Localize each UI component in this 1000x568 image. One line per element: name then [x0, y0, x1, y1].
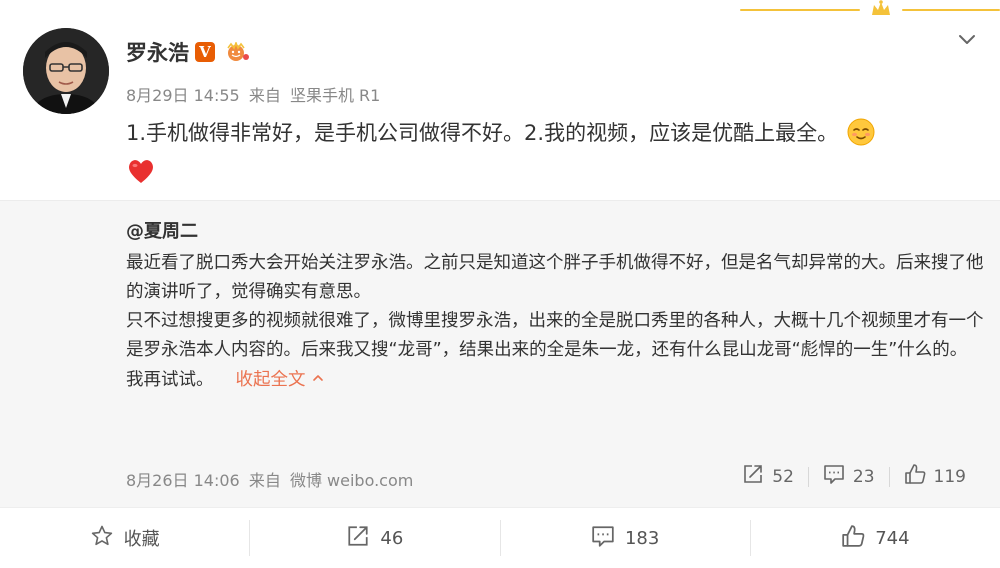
repost-icon	[742, 463, 764, 490]
member-icon	[221, 40, 251, 62]
like-icon	[904, 463, 926, 490]
repost-last-line: 我再试试。 收起全文	[126, 365, 986, 395]
like-button[interactable]: 744	[751, 508, 1000, 568]
repost-share-count: 52	[772, 466, 794, 487]
repost-source[interactable]: 微博 weibo.com	[290, 471, 413, 490]
deco-line-left	[740, 9, 860, 11]
repost-share-button[interactable]: 52	[728, 463, 808, 490]
post-text-content: 1.手机做得非常好，是手机公司做得不好。2.我的视频，应该是优酷上最全。	[126, 121, 839, 145]
post-from-label: 来自	[248, 86, 281, 105]
weibo-post-card: 罗永浩 V 8月29日 14:55 来自 坚果手机 R1 1.手机做得非常好，是…	[0, 0, 1000, 568]
post-meta: 8月29日 14:55 来自 坚果手机 R1	[126, 82, 384, 106]
chevron-up-icon	[312, 365, 324, 381]
repost-date[interactable]: 8月26日 14:06	[126, 471, 240, 490]
favorite-label: 收藏	[123, 529, 160, 550]
reposted-content: @夏周二 最近看了脱口秀大会开始关注罗永浩。之前只是知道这个胖子手机做得不好，但…	[0, 200, 1000, 507]
collapse-full-text-link[interactable]: 收起全文	[236, 370, 324, 390]
crown-icon	[870, 0, 892, 22]
avatar[interactable]	[23, 28, 109, 114]
repost-actions: 52 23 119	[728, 463, 980, 490]
repost-comment-count: 23	[852, 466, 875, 487]
collapse-label: 收起全文	[235, 370, 306, 390]
repost-icon	[346, 524, 370, 553]
repost-author[interactable]: @夏周二	[126, 217, 198, 243]
top-decoration	[740, 0, 1000, 20]
post-source[interactable]: 坚果手机 R1	[290, 86, 380, 105]
post-text: 1.手机做得非常好，是手机公司做得不好。2.我的视频，应该是优酷上最全。	[126, 116, 966, 150]
heart-emoji-icon	[126, 156, 156, 186]
repost-body: 最近看了脱口秀大会开始关注罗永浩。之前只是知道这个胖子手机做得不好，但是名气却异…	[126, 249, 986, 395]
repost-like-count: 119	[933, 466, 966, 487]
action-bar: 收藏 46 183 744	[0, 507, 1000, 568]
deco-line-right	[902, 9, 1000, 11]
repost-from-label: 来自	[248, 471, 281, 490]
repost-like-button[interactable]: 119	[890, 463, 980, 490]
smile-emoji-icon	[846, 117, 876, 147]
like-count: 744	[875, 527, 910, 549]
repost-paragraph-2: 只不过想搜更多的视频就很难了，微博里搜罗永浩，出来的全是脱口秀里的各种人，大概十…	[126, 311, 984, 360]
comment-count: 183	[624, 527, 660, 549]
repost-button[interactable]: 46	[250, 508, 499, 568]
repost-meta: 8月26日 14:06 来自 微博 weibo.com	[126, 467, 417, 491]
author-row: 罗永浩 V	[126, 36, 251, 68]
more-options-chevron-icon[interactable]	[956, 28, 978, 50]
author-name[interactable]: 罗永浩	[126, 37, 189, 67]
repost-comment-button[interactable]: 23	[809, 463, 889, 490]
post-date[interactable]: 8月29日 14:55	[126, 86, 240, 105]
comment-icon	[591, 524, 615, 553]
like-icon	[841, 524, 865, 553]
star-icon	[90, 524, 114, 553]
verified-icon: V	[195, 42, 215, 62]
repost-last-text: 我再试试。	[126, 370, 214, 390]
favorite-button[interactable]: 收藏	[0, 508, 249, 568]
comment-button[interactable]: 183	[501, 508, 750, 568]
repost-paragraph-1: 最近看了脱口秀大会开始关注罗永浩。之前只是知道这个胖子手机做得不好，但是名气却异…	[126, 253, 984, 302]
comment-icon	[823, 463, 845, 490]
repost-count: 46	[380, 527, 404, 549]
